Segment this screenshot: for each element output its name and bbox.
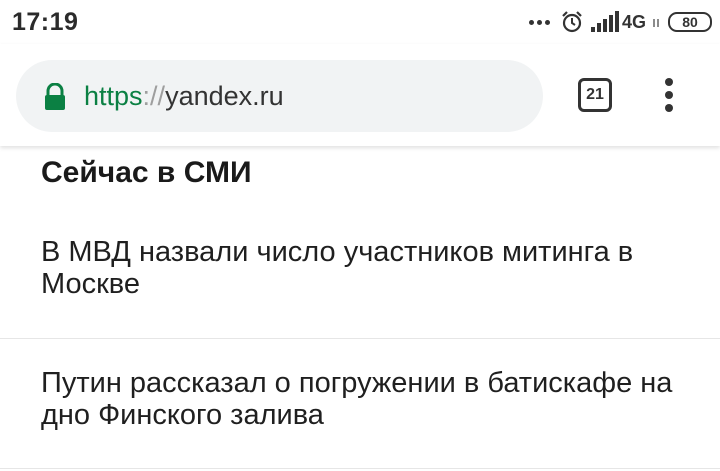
url-separator: ://: [142, 81, 166, 111]
status-time: 17:19: [12, 8, 79, 36]
menu-icon[interactable]: [654, 74, 684, 116]
alarm-icon: [562, 11, 582, 33]
battery-level: 80: [682, 14, 698, 30]
url-host: yandex.ru: [165, 81, 284, 111]
url-text[interactable]: https://yandex.ru: [84, 79, 284, 113]
section-title: Сейчас в СМИ: [41, 156, 252, 189]
tab-count: 21: [586, 86, 604, 103]
browser-toolbar: https://yandex.ru 21: [0, 44, 720, 146]
news-headline[interactable]: В МВД назвали число участников митинга в…: [41, 236, 681, 300]
tab-switcher-button[interactable]: 21: [578, 78, 612, 112]
page-content: Сейчас в СМИ В МВД назвали число участни…: [0, 146, 720, 471]
divider: [0, 468, 720, 469]
news-item[interactable]: Путин рассказал о погружении в батискафе…: [0, 339, 720, 469]
url-scheme: https: [84, 81, 143, 111]
lock-icon: [45, 83, 65, 110]
network-type: 4G: [621, 11, 646, 32]
data-arrows-icon: [653, 19, 659, 27]
news-item[interactable]: В МВД назвали число участников митинга в…: [0, 226, 720, 338]
status-bar: 17:19 4G 80: [0, 0, 720, 44]
battery-icon: 80: [668, 12, 712, 32]
news-headline[interactable]: Путин рассказал о погружении в батискафе…: [41, 367, 681, 431]
signal-icon: [590, 11, 619, 32]
address-bar[interactable]: https://yandex.ru: [16, 60, 543, 132]
status-icons: 4G 80: [520, 8, 712, 36]
dots-icon: [526, 19, 550, 25]
phone-screen: 17:19 4G 80 https://yandex.ru 21 Сейчас …: [0, 0, 720, 471]
